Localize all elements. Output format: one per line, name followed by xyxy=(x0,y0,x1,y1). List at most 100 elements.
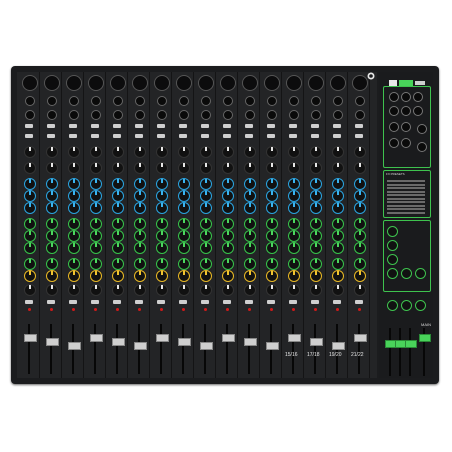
channel-knob[interactable] xyxy=(178,230,190,242)
insert-jack[interactable] xyxy=(135,110,145,120)
channel-knob[interactable] xyxy=(222,284,234,296)
xlr-input-jack[interactable] xyxy=(88,75,104,91)
channel-knob[interactable] xyxy=(288,146,300,158)
master-output-jack[interactable] xyxy=(401,106,411,116)
mute-button[interactable] xyxy=(157,300,165,304)
channel-knob[interactable] xyxy=(288,230,300,242)
channel-knob[interactable] xyxy=(266,190,278,202)
channel-switch-button[interactable] xyxy=(91,124,99,128)
master-output-jack[interactable] xyxy=(417,124,427,134)
channel-switch-button[interactable] xyxy=(179,124,187,128)
channel-knob[interactable] xyxy=(310,230,322,242)
channel-fader[interactable] xyxy=(156,334,169,342)
channel-knob[interactable] xyxy=(288,242,300,254)
line-input-jack[interactable] xyxy=(201,96,211,106)
mute-button[interactable] xyxy=(267,300,275,304)
channel-knob[interactable] xyxy=(310,242,322,254)
channel-knob[interactable] xyxy=(200,162,212,174)
channel-knob[interactable] xyxy=(332,230,344,242)
master-knob[interactable] xyxy=(415,268,426,279)
channel-knob[interactable] xyxy=(46,162,58,174)
main-fader[interactable] xyxy=(419,334,431,342)
xlr-input-jack[interactable] xyxy=(308,75,324,91)
insert-jack[interactable] xyxy=(113,110,123,120)
channel-knob[interactable] xyxy=(222,146,234,158)
channel-fader[interactable] xyxy=(178,338,191,346)
xlr-input-jack[interactable] xyxy=(198,75,214,91)
channel-knob[interactable] xyxy=(90,218,102,230)
master-knob[interactable] xyxy=(387,254,398,265)
master-output-jack[interactable] xyxy=(413,106,423,116)
master-output-jack[interactable] xyxy=(389,138,399,148)
insert-jack[interactable] xyxy=(223,110,233,120)
channel-knob[interactable] xyxy=(244,202,256,214)
master-knob[interactable] xyxy=(401,268,412,279)
channel-knob[interactable] xyxy=(266,258,278,270)
channel-knob[interactable] xyxy=(112,178,124,190)
mute-button[interactable] xyxy=(25,300,33,304)
channel-knob[interactable] xyxy=(332,242,344,254)
channel-knob[interactable] xyxy=(156,202,168,214)
channel-fader[interactable] xyxy=(244,338,257,346)
channel-fader[interactable] xyxy=(354,334,367,342)
channel-knob[interactable] xyxy=(46,190,58,202)
channel-knob[interactable] xyxy=(156,162,168,174)
mute-button[interactable] xyxy=(333,300,341,304)
channel-knob[interactable] xyxy=(310,218,322,230)
channel-knob[interactable] xyxy=(354,146,366,158)
channel-knob[interactable] xyxy=(68,284,80,296)
channel-knob[interactable] xyxy=(222,270,234,282)
channel-knob[interactable] xyxy=(200,178,212,190)
channel-knob[interactable] xyxy=(90,146,102,158)
channel-switch-button[interactable] xyxy=(201,134,209,138)
insert-jack[interactable] xyxy=(157,110,167,120)
channel-knob[interactable] xyxy=(178,178,190,190)
channel-switch-button[interactable] xyxy=(245,134,253,138)
insert-jack[interactable] xyxy=(289,110,299,120)
channel-knob[interactable] xyxy=(178,162,190,174)
line-input-jack[interactable] xyxy=(333,96,343,106)
channel-knob[interactable] xyxy=(354,202,366,214)
channel-knob[interactable] xyxy=(354,270,366,282)
channel-knob[interactable] xyxy=(266,178,278,190)
master-knob[interactable] xyxy=(387,300,398,311)
insert-jack[interactable] xyxy=(245,110,255,120)
channel-knob[interactable] xyxy=(46,230,58,242)
channel-knob[interactable] xyxy=(24,284,36,296)
channel-switch-button[interactable] xyxy=(223,124,231,128)
channel-knob[interactable] xyxy=(354,258,366,270)
channel-knob[interactable] xyxy=(266,162,278,174)
xlr-input-jack[interactable] xyxy=(66,75,82,91)
channel-knob[interactable] xyxy=(134,270,146,282)
channel-knob[interactable] xyxy=(222,242,234,254)
line-input-jack[interactable] xyxy=(25,96,35,106)
channel-knob[interactable] xyxy=(310,258,322,270)
channel-knob[interactable] xyxy=(244,242,256,254)
channel-knob[interactable] xyxy=(200,218,212,230)
channel-switch-button[interactable] xyxy=(157,134,165,138)
channel-knob[interactable] xyxy=(310,162,322,174)
master-knob[interactable] xyxy=(415,300,426,311)
channel-knob[interactable] xyxy=(46,284,58,296)
channel-knob[interactable] xyxy=(332,270,344,282)
channel-knob[interactable] xyxy=(112,284,124,296)
line-input-jack[interactable] xyxy=(289,96,299,106)
master-output-jack[interactable] xyxy=(417,142,427,152)
mute-button[interactable] xyxy=(289,300,297,304)
channel-knob[interactable] xyxy=(46,146,58,158)
channel-knob[interactable] xyxy=(200,146,212,158)
channel-knob[interactable] xyxy=(178,190,190,202)
channel-switch-button[interactable] xyxy=(47,124,55,128)
channel-knob[interactable] xyxy=(156,146,168,158)
channel-switch-button[interactable] xyxy=(201,124,209,128)
channel-knob[interactable] xyxy=(222,178,234,190)
channel-knob[interactable] xyxy=(156,190,168,202)
channel-switch-button[interactable] xyxy=(113,134,121,138)
mute-button[interactable] xyxy=(47,300,55,304)
channel-switch-button[interactable] xyxy=(245,124,253,128)
channel-knob[interactable] xyxy=(354,190,366,202)
xlr-input-jack[interactable] xyxy=(352,75,368,91)
channel-knob[interactable] xyxy=(68,270,80,282)
insert-jack[interactable] xyxy=(201,110,211,120)
channel-knob[interactable] xyxy=(178,202,190,214)
